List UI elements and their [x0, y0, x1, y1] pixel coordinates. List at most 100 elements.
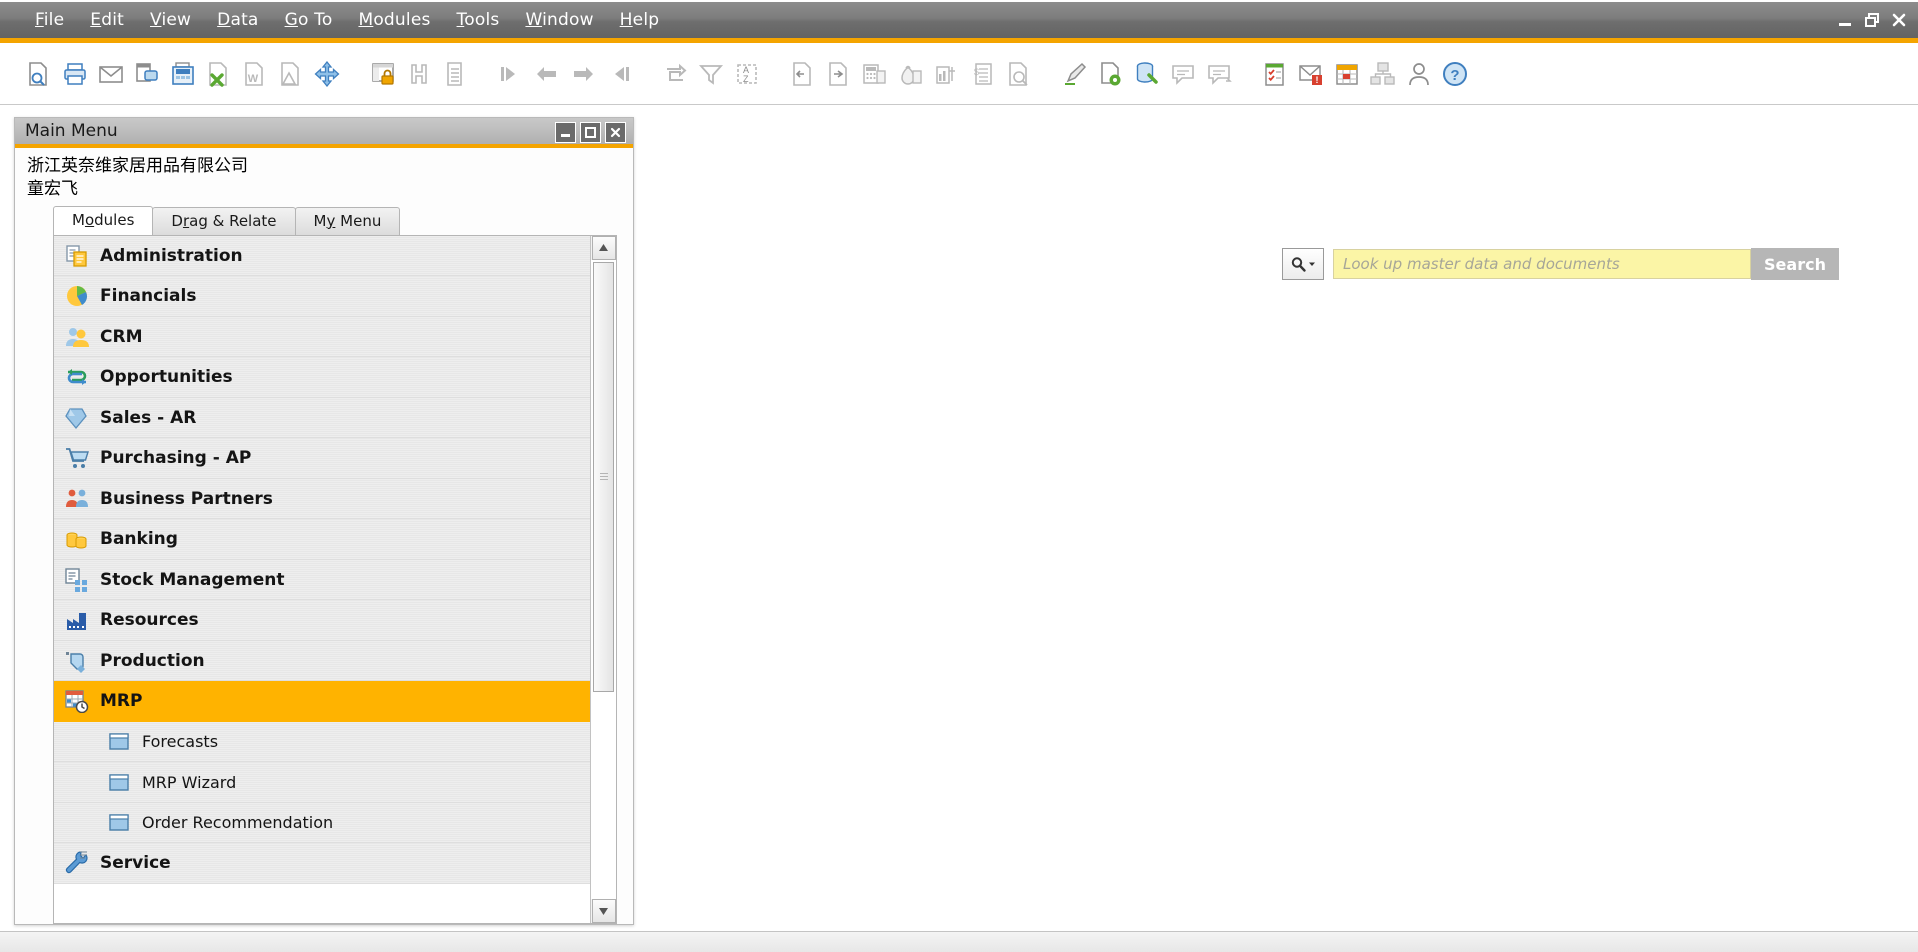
main-menu-minimize-button[interactable] [555, 122, 576, 143]
next-record-icon[interactable] [566, 54, 600, 94]
menu-tools[interactable]: Tools [444, 7, 513, 33]
export-word-icon[interactable]: W [238, 54, 272, 94]
module-item-financials[interactable]: Financials [54, 276, 590, 317]
administration-icon [60, 244, 94, 268]
edit-pencil-icon[interactable] [1058, 54, 1092, 94]
main-menu-titlebar[interactable]: Main Menu [15, 118, 633, 148]
list-icon[interactable] [438, 54, 472, 94]
module-list-scrollbar[interactable] [590, 235, 616, 923]
search-input[interactable] [1333, 249, 1751, 279]
scroll-grip [599, 473, 608, 481]
module-item-production[interactable]: Production [54, 640, 590, 682]
module-item-resources[interactable]: Resources [54, 600, 590, 641]
submenu-item-order-recommendation[interactable]: Order Recommendation [54, 802, 590, 844]
menu-goto[interactable]: Go To [272, 7, 346, 33]
global-search: Search [1282, 248, 1839, 280]
module-item-service[interactable]: Service [54, 843, 590, 884]
previous-record-icon[interactable] [530, 54, 564, 94]
scroll-down-button[interactable] [591, 899, 616, 923]
main-menu-maximize-button[interactable] [580, 122, 601, 143]
find-icon[interactable] [402, 54, 436, 94]
new-document-icon[interactable] [1094, 54, 1128, 94]
module-item-mrp[interactable]: MRP [54, 681, 590, 722]
user-icon[interactable] [1402, 54, 1436, 94]
print-preview-icon[interactable] [22, 54, 56, 94]
copy-to-icon[interactable] [822, 54, 856, 94]
tab-drag-relate[interactable]: Drag & Relate [152, 206, 296, 235]
help-icon[interactable]: ? [1438, 54, 1472, 94]
module-item-label: Production [100, 650, 205, 671]
window-icon [102, 733, 136, 750]
checklist-icon[interactable] [1258, 54, 1292, 94]
module-item-sales-ar[interactable]: Sales - AR [54, 397, 590, 439]
print-icon[interactable] [58, 54, 92, 94]
module-item-opportunities[interactable]: Opportunities [54, 357, 590, 398]
fax-icon[interactable] [166, 54, 200, 94]
menu-item-list: File Edit View Data Go To Modules Tools Window H… [22, 7, 672, 33]
module-item-crm[interactable]: CRM [54, 316, 590, 358]
search-scope-button[interactable] [1282, 248, 1324, 280]
app-close-button[interactable] [1888, 9, 1910, 31]
submenu-item-label: Forecasts [142, 732, 219, 752]
lock-screen-icon[interactable] [366, 54, 400, 94]
last-record-icon[interactable] [602, 54, 636, 94]
submenu-item-mrp-wizard[interactable]: MRP Wizard [54, 762, 590, 803]
module-item-stock-management[interactable]: Stock Management [54, 559, 590, 601]
svg-text:$: $ [974, 67, 979, 77]
menu-edit[interactable]: Edit [77, 7, 137, 33]
module-item-label: Business Partners [100, 488, 273, 509]
balance-report-icon[interactable] [930, 54, 964, 94]
submenu-item-label: Order Recommendation [142, 813, 334, 833]
database-tools-icon[interactable] [1130, 54, 1164, 94]
menu-window[interactable]: Window [512, 7, 606, 33]
sms-icon[interactable] [130, 54, 164, 94]
scroll-thumb[interactable] [593, 261, 614, 692]
first-record-icon[interactable] [494, 54, 528, 94]
workspace: Search Main Menu 浙江英奈维家居用品有限公司 童宏飞 Modul… [0, 105, 1918, 952]
export-excel-icon[interactable] [202, 54, 236, 94]
menu-help[interactable]: Help [607, 7, 673, 33]
submenu-item-forecasts[interactable]: Forecasts [54, 721, 590, 763]
alerts-icon[interactable]: ! [1294, 54, 1328, 94]
tab-modules[interactable]: Modules [53, 205, 154, 235]
search-button[interactable]: Search [1751, 248, 1839, 280]
app-restore-button[interactable] [1861, 9, 1883, 31]
module-item-label: MRP [100, 691, 143, 712]
copy-from-icon[interactable] [786, 54, 820, 94]
module-item-label: Purchasing - AP [100, 448, 252, 469]
module-item-label: Opportunities [100, 367, 233, 388]
opportunities-icon [60, 365, 94, 389]
filter-icon[interactable] [694, 54, 728, 94]
reply-message-icon[interactable] [1202, 54, 1236, 94]
export-pdf-icon[interactable] [274, 54, 308, 94]
module-item-banking[interactable]: Banking [54, 519, 590, 560]
menu-view[interactable]: View [137, 7, 204, 33]
module-list: Administration Financials CRM Opportunities… [54, 235, 590, 923]
refresh-icon[interactable] [658, 54, 692, 94]
app-window-controls [1834, 9, 1910, 31]
calculator-icon[interactable] [858, 54, 892, 94]
money-bag-icon[interactable] [894, 54, 928, 94]
query-icon[interactable] [1002, 54, 1036, 94]
launch-app-icon[interactable] [310, 54, 344, 94]
main-menu-close-button[interactable] [605, 122, 626, 143]
scroll-up-button[interactable] [591, 235, 616, 260]
menu-data[interactable]: Data [204, 7, 271, 33]
menu-bar: File Edit View Data Go To Modules Tools Window H… [0, 0, 1918, 38]
module-item-purchasing-ap[interactable]: Purchasing - AP [54, 438, 590, 479]
menu-modules[interactable]: Modules [345, 7, 443, 33]
sort-icon[interactable]: AZ [730, 54, 764, 94]
module-item-business-partners[interactable]: Business Partners [54, 478, 590, 520]
module-list-container: Administration Financials CRM Opportunities… [53, 234, 617, 924]
message-icon[interactable] [1166, 54, 1200, 94]
email-icon[interactable] [94, 54, 128, 94]
scroll-track[interactable] [591, 259, 616, 899]
menu-file[interactable]: File [22, 7, 77, 33]
tab-my-menu[interactable]: My Menu [294, 206, 401, 235]
calendar-icon[interactable] [1330, 54, 1364, 94]
app-minimize-button[interactable] [1834, 9, 1856, 31]
module-item-administration[interactable]: Administration [54, 235, 590, 277]
invoice-icon[interactable]: $ [966, 54, 1000, 94]
toolbar: W A Z $!? [0, 43, 1918, 105]
org-chart-icon[interactable] [1366, 54, 1400, 94]
